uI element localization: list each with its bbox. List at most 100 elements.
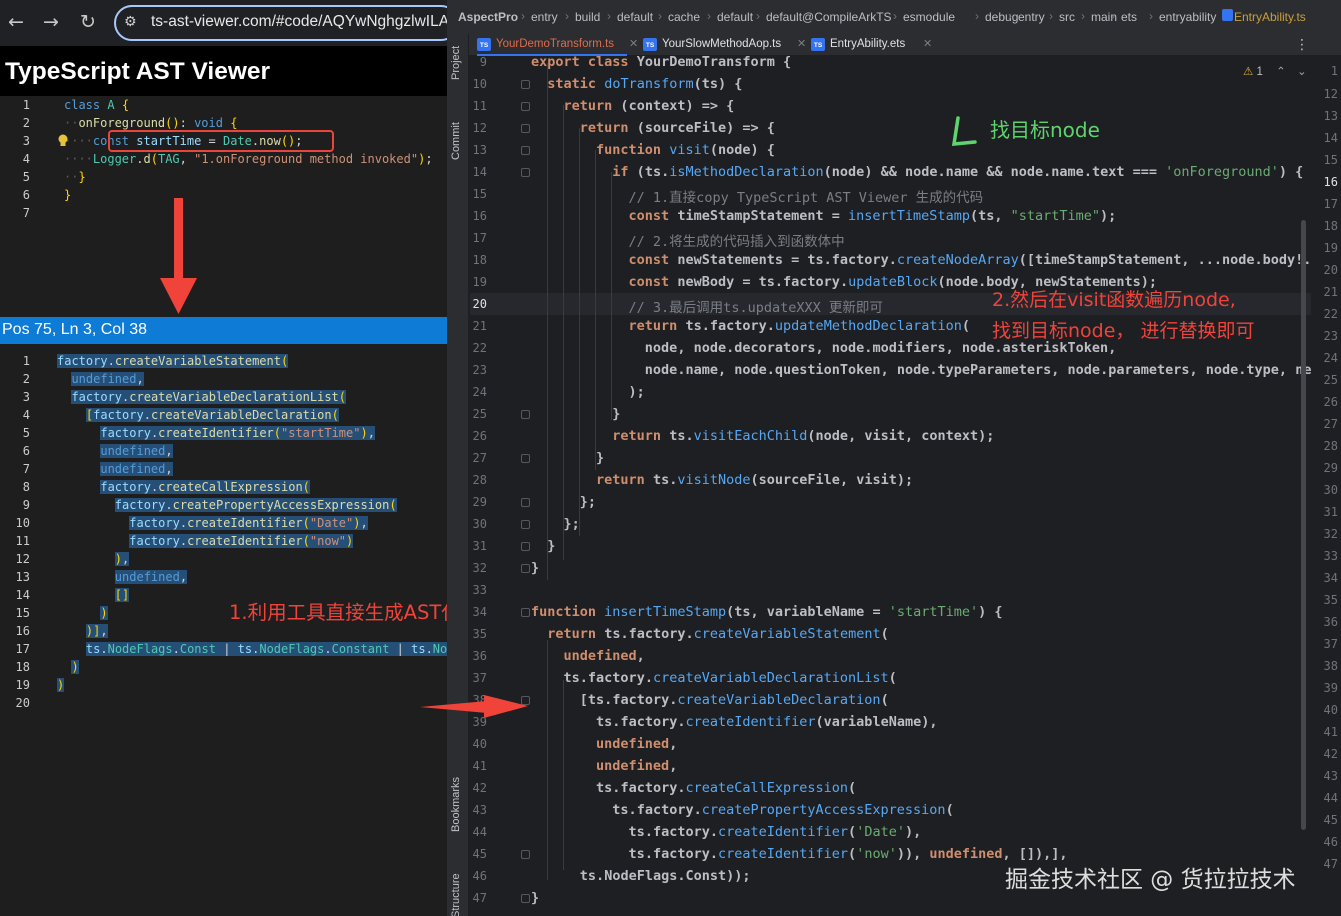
fold-marker-icon[interactable] bbox=[521, 454, 530, 463]
close-icon[interactable]: ✕ bbox=[797, 37, 806, 50]
code-line[interactable]: ts.NodeFlags.Const)); bbox=[531, 868, 751, 884]
code-line[interactable]: class A { bbox=[64, 98, 129, 112]
code-line[interactable]: [ts.factory.createVariableDeclaration( bbox=[531, 692, 889, 708]
breadcrumb-item[interactable]: default bbox=[717, 10, 753, 24]
fold-marker-icon[interactable] bbox=[521, 850, 530, 859]
code-line[interactable]: undefined, bbox=[531, 736, 677, 752]
reload-icon[interactable]: ↻ bbox=[76, 10, 100, 34]
code-line[interactable]: } bbox=[531, 890, 539, 906]
fold-marker-icon[interactable] bbox=[521, 124, 530, 133]
code-line[interactable]: return (sourceFile) => { bbox=[531, 120, 775, 136]
code-line[interactable]: ) bbox=[57, 660, 79, 674]
code-line[interactable]: ts.factory.createIdentifier('Date'), bbox=[531, 824, 922, 840]
code-line[interactable]: } bbox=[64, 188, 71, 202]
tab-yourdemotransform-ts[interactable]: TS YourDemoTransform.ts ✕ bbox=[477, 34, 641, 56]
code-line[interactable]: ts.factory.createVariableDeclarationList… bbox=[531, 670, 897, 686]
tab-entryability-ets[interactable]: TS EntryAbility.ets ✕ bbox=[811, 34, 935, 56]
code-line[interactable]: undefined, bbox=[57, 372, 144, 386]
code-line[interactable]: return ts.factory.updateMethodDeclaratio… bbox=[531, 318, 970, 334]
code-line[interactable]: ts.factory.createCallExpression( bbox=[531, 780, 856, 796]
code-line[interactable]: factory.createPropertyAccessExpression( bbox=[57, 498, 397, 512]
code-line[interactable]: factory.createIdentifier("now") bbox=[57, 534, 354, 548]
breadcrumb-item[interactable]: default bbox=[617, 10, 653, 24]
code-line[interactable]: [factory.createVariableDeclaration( bbox=[57, 408, 339, 422]
code-line[interactable]: if (ts.isMethodDeclaration(node) && node… bbox=[531, 164, 1303, 180]
code-line[interactable]: undefined, bbox=[531, 758, 677, 774]
breadcrumb-item[interactable]: cache bbox=[668, 10, 700, 24]
breadcrumb-item[interactable]: debug bbox=[985, 10, 1018, 24]
fold-marker-icon[interactable] bbox=[521, 894, 530, 903]
scrollbar[interactable] bbox=[1301, 220, 1306, 830]
close-icon[interactable]: ✕ bbox=[629, 37, 638, 50]
code-line[interactable]: ); bbox=[531, 384, 645, 400]
code-line[interactable]: ) bbox=[57, 678, 65, 692]
site-settings-icon[interactable]: ⚙ bbox=[124, 14, 137, 30]
fold-marker-icon[interactable] bbox=[521, 696, 530, 705]
code-line[interactable]: function insertTimeStamp(ts, variableNam… bbox=[531, 604, 1003, 620]
code-line[interactable]: // 1.直接copy TypeScript AST Viewer 生成的代码 bbox=[531, 186, 984, 206]
breadcrumb-item[interactable]: entry bbox=[1018, 10, 1045, 24]
breadcrumb-item[interactable]: AspectPro bbox=[458, 10, 518, 24]
fold-marker-icon[interactable] bbox=[521, 410, 530, 419]
fold-marker-icon[interactable] bbox=[521, 564, 530, 573]
fold-marker-icon[interactable] bbox=[521, 168, 530, 177]
code-line[interactable]: static doTransform(ts) { bbox=[531, 76, 742, 92]
breadcrumb-item[interactable]: EntryAbility.ts bbox=[1234, 10, 1306, 24]
code-line[interactable]: ··} bbox=[64, 170, 86, 184]
breadcrumb-item[interactable]: entryability bbox=[1159, 10, 1216, 24]
fold-marker-icon[interactable] bbox=[521, 146, 530, 155]
fold-marker-icon[interactable] bbox=[521, 80, 530, 89]
code-line[interactable]: ts.factory.createIdentifier('now')), und… bbox=[531, 846, 1068, 862]
code-line[interactable]: ), bbox=[57, 552, 130, 566]
fold-marker-icon[interactable] bbox=[521, 520, 530, 529]
code-line[interactable]: ····Logger.d(TAG, "1.onForeground method… bbox=[64, 152, 433, 166]
chevron-down-icon[interactable]: ⌄ bbox=[1297, 66, 1307, 78]
code-line[interactable]: } bbox=[531, 538, 555, 554]
close-icon[interactable]: ✕ bbox=[923, 37, 932, 50]
more-options-icon[interactable]: ⋮ bbox=[1295, 36, 1309, 53]
warning-indicator[interactable]: ⚠ 1 ⌃ ⌄ bbox=[1243, 64, 1307, 78]
breadcrumb-item[interactable]: entry bbox=[531, 10, 558, 24]
code-line[interactable]: undefined, bbox=[57, 570, 188, 584]
code-line[interactable]: ··onForeground(): void { bbox=[64, 116, 237, 130]
code-line[interactable]: node.name, node.questionToken, node.type… bbox=[531, 362, 1341, 378]
breadcrumb-item[interactable]: esmodule bbox=[903, 10, 955, 24]
code-line[interactable]: return ts.factory.createVariableStatemen… bbox=[531, 626, 888, 642]
code-line[interactable]: undefined, bbox=[57, 444, 173, 458]
code-line[interactable]: // 3.最后调用ts.updateXXX 更新即可 bbox=[531, 296, 883, 316]
tool-window-bookmarks[interactable]: Bookmarks bbox=[450, 777, 462, 832]
code-line[interactable]: export class YourDemoTransform { bbox=[531, 54, 791, 70]
arrow-left-icon[interactable]: ← bbox=[4, 10, 28, 34]
address-bar[interactable]: ⚙ ts-ast-viewer.com/#code/AQYwNghgzlwILA… bbox=[114, 5, 447, 41]
code-line[interactable]: ts.factory.createIdentifier(variableName… bbox=[531, 714, 937, 730]
code-line[interactable]: } bbox=[531, 450, 604, 466]
chevron-up-icon[interactable]: ⌃ bbox=[1276, 66, 1286, 78]
fold-marker-icon[interactable] bbox=[521, 102, 530, 111]
tool-window-structure[interactable]: Structure bbox=[450, 873, 462, 916]
fold-marker-icon[interactable] bbox=[521, 608, 530, 617]
code-line[interactable]: [] bbox=[57, 588, 130, 602]
code-line[interactable]: ts.factory.createPropertyAccessExpressio… bbox=[531, 802, 953, 818]
tool-window-commit[interactable]: Commit bbox=[450, 122, 462, 160]
code-line[interactable]: // 2.将生成的代码插入到函数体中 bbox=[531, 230, 845, 250]
code-line[interactable]: undefined, bbox=[531, 648, 645, 664]
tool-window-project[interactable]: Project bbox=[450, 46, 462, 80]
code-line[interactable]: factory.createIdentifier("Date"), bbox=[57, 516, 368, 530]
code-line[interactable]: factory.createCallExpression( bbox=[57, 480, 310, 494]
code-line[interactable]: factory.createVariableDeclarationList( bbox=[57, 390, 347, 404]
breadcrumb-item[interactable]: src bbox=[1059, 10, 1075, 24]
code-line[interactable]: undefined, bbox=[57, 462, 173, 476]
code-line[interactable]: } bbox=[531, 560, 539, 576]
arrow-right-icon[interactable]: → bbox=[39, 10, 63, 34]
breadcrumb-item[interactable]: default@CompileArkTS bbox=[766, 10, 892, 24]
code-line[interactable]: } bbox=[531, 406, 620, 422]
code-line[interactable]: return ts.visitEachChild(node, visit, co… bbox=[531, 428, 994, 444]
code-line[interactable]: ) bbox=[57, 606, 108, 620]
code-line[interactable]: const timeStampStatement = insertTimeSta… bbox=[531, 208, 1117, 224]
tab-yourslowmethodaop-ts[interactable]: TS YourSlowMethodAop.ts ✕ bbox=[643, 34, 809, 56]
breadcrumb-item[interactable]: build bbox=[575, 10, 600, 24]
code-line[interactable]: function visit(node) { bbox=[531, 142, 775, 158]
breadcrumb-item[interactable]: ets bbox=[1121, 10, 1137, 24]
fold-marker-icon[interactable] bbox=[521, 498, 530, 507]
code-line[interactable]: return ts.visitNode(sourceFile, visit); bbox=[531, 472, 913, 488]
